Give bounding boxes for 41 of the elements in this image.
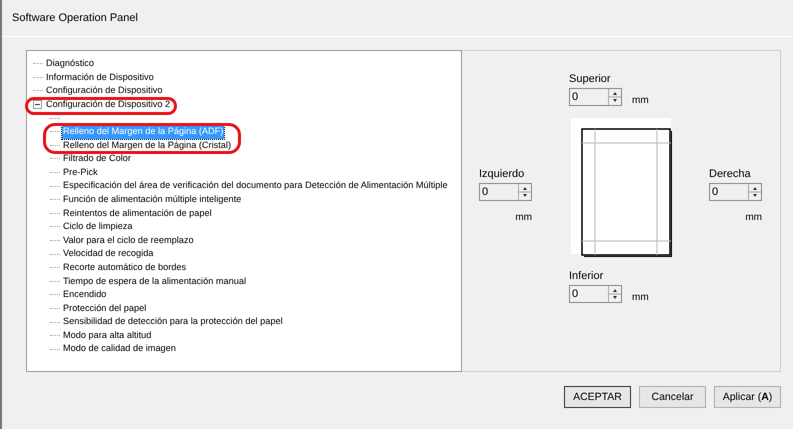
unit-label: mm [745,212,762,223]
tree-item[interactable]: Recorte automático de bordes [62,260,188,274]
tree-item[interactable]: Velocidad de recogida [62,247,154,261]
tree-item[interactable]: Configuración de Dispositivo 2 [45,98,172,112]
tree-item[interactable]: Modo de calidad de imagen [62,342,177,356]
tree-item[interactable]: Ciclo de limpieza [62,220,134,234]
tree-item[interactable]: Sensibilidad de detección para la protección del papel [62,315,284,329]
dialog-button[interactable]: Cancelar [639,386,706,408]
spinner-arrows-icon[interactable] [608,286,621,302]
tree-item[interactable]: Pre-Pick [62,166,99,180]
spin-field[interactable]: 0 [569,285,622,303]
spinner-arrows-icon[interactable] [748,184,761,200]
tree-item[interactable]: Valor para el ciclo de reemplazo [62,234,195,248]
tree-item[interactable]: Información de Dispositivo [45,70,155,84]
tree-item[interactable]: Función de alimentación múltiple inteligente [62,192,242,207]
tree-item[interactable]: Configuración de Dispositivo [45,84,164,98]
tree-item[interactable]: Modo para alta altitud [62,328,152,342]
spin-field[interactable]: 0 [569,88,622,106]
unit-label: mm [632,292,649,303]
field-label: Superior [569,73,611,85]
spinner-arrows-icon[interactable] [518,184,531,200]
dialog-button[interactable]: ACEPTAR [564,386,631,408]
field-label: Izquierdo [479,168,526,180]
spinner-arrows-icon[interactable] [608,89,621,105]
collapse-icon[interactable] [33,100,42,110]
spin-field[interactable]: 0 [709,183,762,201]
unit-label: mm [632,95,649,106]
window-title: Software Operation Panel [12,12,138,24]
unit-label: mm [515,212,532,223]
tree-item[interactable]: Tiempo de espera de la alimentación manual [62,274,248,288]
tree-item[interactable]: Relleno del Margen de la Página (Cristal) [62,138,232,152]
tree-item[interactable]: Protección del papel [62,302,148,316]
tree-item[interactable]: Diagnóstico [45,57,96,71]
dialog-button[interactable]: Aplicar (A) [714,386,781,408]
tree-item[interactable]: Reintentos de alimentación de papel [62,206,213,220]
spin-field[interactable]: 0 [479,183,532,201]
tree-item[interactable]: Encendido [62,288,108,302]
field-label: Derecha [709,168,752,180]
tree-item[interactable]: Especificación del área de verificación del documento para Detección de Alimentación Múltiple [62,179,449,193]
field-label: Inferior [569,270,604,282]
tree-item[interactable]: Filtrado de Color [62,152,132,166]
